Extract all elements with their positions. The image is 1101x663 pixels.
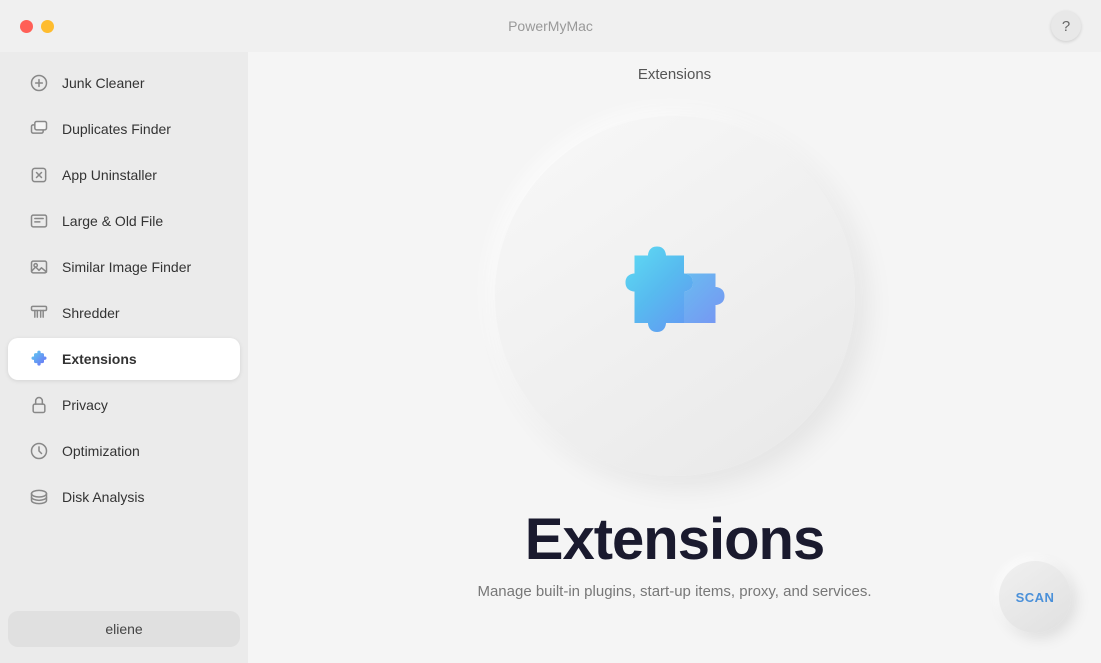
optimization-icon xyxy=(28,440,50,462)
sidebar-item-label: Privacy xyxy=(62,397,108,413)
help-button[interactable]: ? xyxy=(1051,11,1081,41)
sidebar-item-label: Junk Cleaner xyxy=(62,75,145,91)
duplicates-finder-icon xyxy=(28,118,50,140)
header-label: Extensions xyxy=(638,66,711,83)
app-title: PowerMyMac xyxy=(508,18,593,34)
similar-image-finder-icon xyxy=(28,256,50,278)
sidebar-item-app-uninstaller[interactable]: App Uninstaller xyxy=(8,154,240,196)
content-subtitle: Manage built-in plugins, start-up items,… xyxy=(477,583,871,600)
large-old-file-icon xyxy=(28,210,50,232)
disk-analysis-icon xyxy=(28,486,50,508)
junk-cleaner-icon xyxy=(28,72,50,94)
sidebar-item-disk-analysis[interactable]: Disk Analysis xyxy=(8,476,240,518)
sidebar-item-duplicates-finder[interactable]: Duplicates Finder xyxy=(8,108,240,150)
sidebar-bottom: eliene xyxy=(0,603,248,655)
user-pill[interactable]: eliene xyxy=(8,611,240,647)
content-title: Extensions xyxy=(525,506,824,573)
sidebar-item-label: Extensions xyxy=(62,351,137,367)
sidebar-item-privacy[interactable]: Privacy xyxy=(8,384,240,426)
scan-button[interactable]: SCAN xyxy=(999,561,1071,633)
extensions-icon xyxy=(28,348,50,370)
privacy-icon xyxy=(28,394,50,416)
sidebar-item-shredder[interactable]: Shredder xyxy=(8,292,240,334)
extensions-icon-circle xyxy=(495,116,855,476)
content-area: Extensions Extensions Manage b xyxy=(248,52,1101,663)
sidebar-item-large-old-file[interactable]: Large & Old File xyxy=(8,200,240,242)
close-button[interactable] xyxy=(20,20,33,33)
sidebar-item-label: Disk Analysis xyxy=(62,489,144,505)
sidebar-item-label: Optimization xyxy=(62,443,140,459)
sidebar: Junk Cleaner Duplicates Finder App Unins… xyxy=(0,52,248,663)
sidebar-item-label: Duplicates Finder xyxy=(62,121,171,137)
sidebar-item-similar-image-finder[interactable]: Similar Image Finder xyxy=(8,246,240,288)
shredder-icon xyxy=(28,302,50,324)
sidebar-item-label: Shredder xyxy=(62,305,120,321)
sidebar-item-label: Similar Image Finder xyxy=(62,259,191,275)
app-uninstaller-icon xyxy=(28,164,50,186)
main-layout: Junk Cleaner Duplicates Finder App Unins… xyxy=(0,52,1101,663)
traffic-lights xyxy=(20,20,54,33)
sidebar-item-label: Large & Old File xyxy=(62,213,163,229)
sidebar-item-optimization[interactable]: Optimization xyxy=(8,430,240,472)
title-bar: PowerMyMac ? xyxy=(0,0,1101,52)
content-header: Extensions xyxy=(248,52,1101,97)
sidebar-item-junk-cleaner[interactable]: Junk Cleaner xyxy=(8,62,240,104)
puzzle-svg xyxy=(585,206,765,386)
sidebar-item-label: App Uninstaller xyxy=(62,167,157,183)
sidebar-item-extensions[interactable]: Extensions xyxy=(8,338,240,380)
minimize-button[interactable] xyxy=(41,20,54,33)
